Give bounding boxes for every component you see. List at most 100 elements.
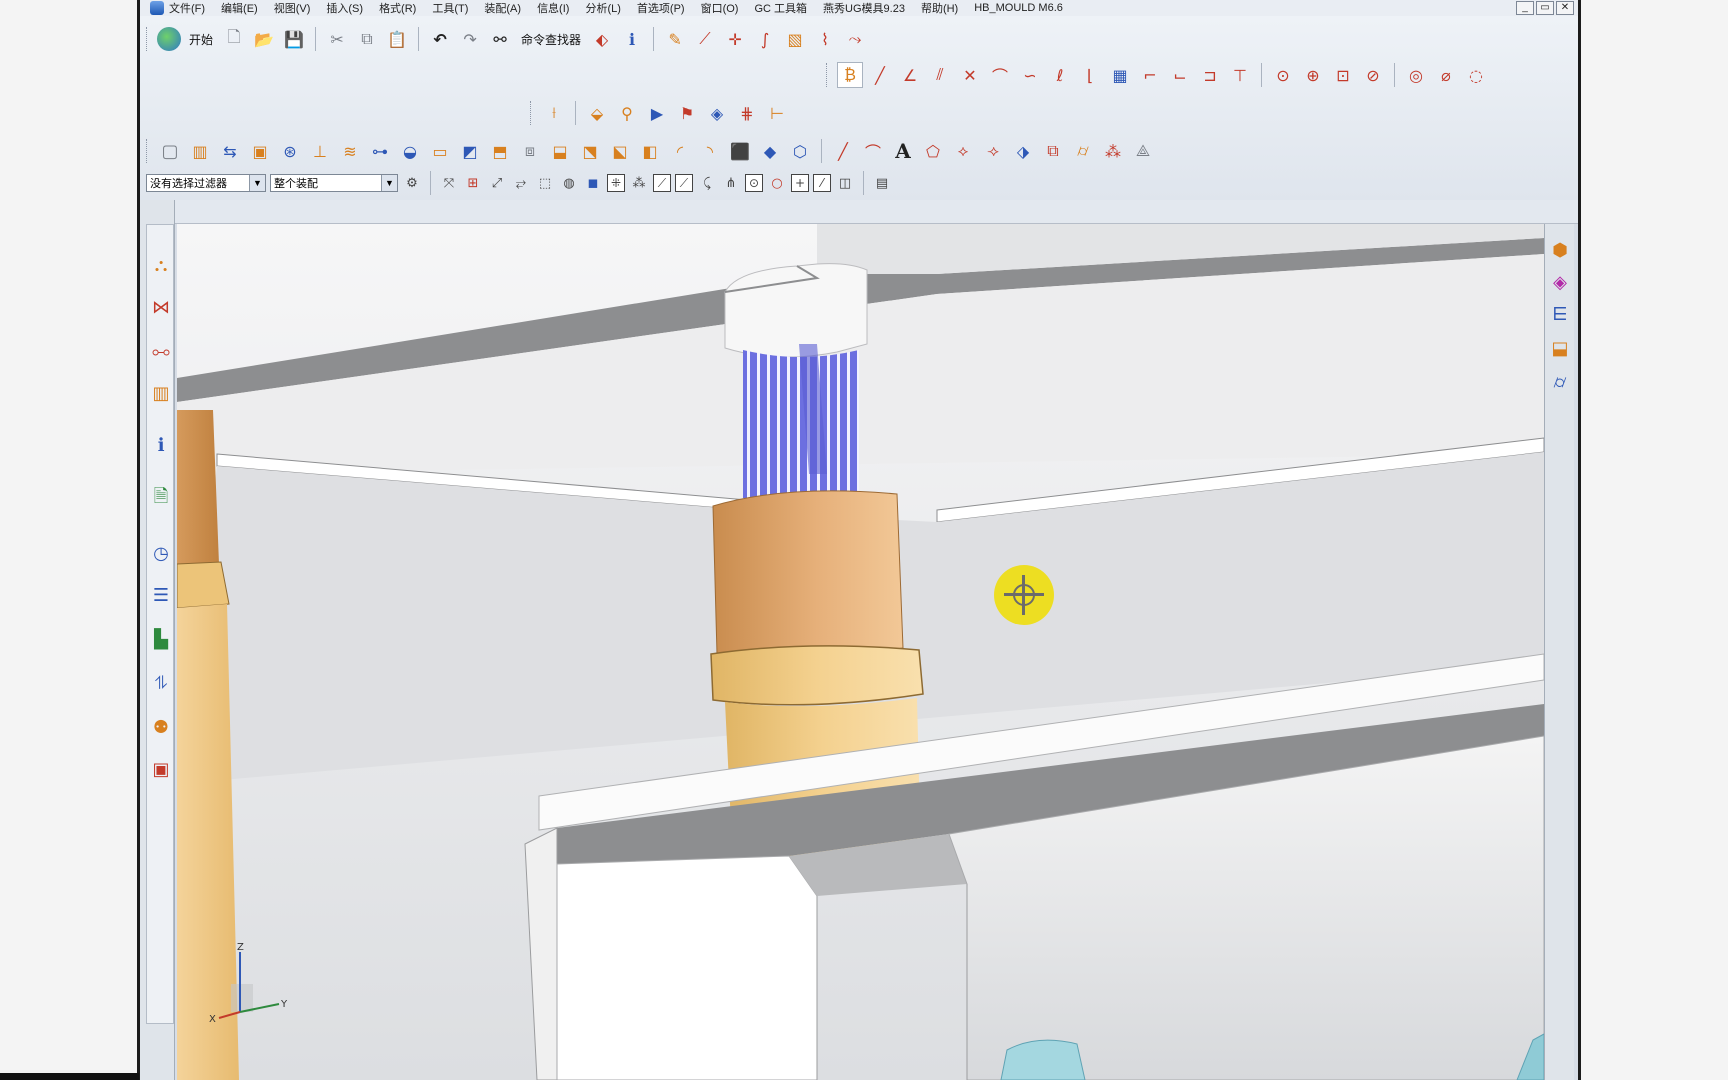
menu-preferences[interactable]: 首选项(P) [637,0,685,16]
cube-icon[interactable]: ◧ [637,138,663,164]
text-icon[interactable]: A [890,138,916,164]
system-scenes-icon[interactable]: ▣ [149,757,173,781]
menu-help[interactable]: 帮助(H) [921,0,958,16]
snap-point-icon[interactable]: ₿ [837,62,863,88]
redo-icon[interactable]: ↷ [457,26,483,52]
pentagon-icon[interactable]: ⬠ [920,138,946,164]
line-icon[interactable]: ╱ [867,62,893,88]
menu-assembly[interactable]: 装配(A) [484,0,521,16]
menu-gc-toolbox[interactable]: GC 工具箱 [754,0,807,16]
split-icon[interactable]: ⬔ [577,138,603,164]
corner-icon[interactable]: ⌐ [1137,62,1163,88]
snap-control-icon[interactable]: ⁂ [629,173,649,193]
menu-analysis[interactable]: 分析(L) [585,0,620,16]
selection-icon[interactable]: ⬖ [589,26,615,52]
offset-curve-icon[interactable]: ⌇ [812,26,838,52]
select-faces-icon[interactable]: ⊞ [463,173,483,193]
curve-surface-icon[interactable]: ◝ [697,138,723,164]
bend-icon[interactable]: ◜ [667,138,693,164]
diamond-icon[interactable]: ◈ [704,100,730,126]
cylinder-icon[interactable]: ⌭ [1070,138,1096,164]
face-select-icon[interactable]: ◈ [1548,270,1572,294]
tube-icon[interactable]: ⌭ [1548,370,1572,394]
measure-icon[interactable]: ⬙ [584,100,610,126]
snap-all-icon[interactable]: ⁜ [607,174,625,192]
roles-icon[interactable]: ⚉ [149,715,173,739]
toolbar-grip[interactable] [146,27,149,51]
hatch-icon[interactable]: ⋕ [734,100,760,126]
toolbar-grip[interactable] [146,139,149,163]
section-icon[interactable]: ⧉ [1040,138,1066,164]
sketch-icon[interactable]: ✎ [662,26,688,52]
snap-on-curve-icon[interactable]: ⁄ [813,174,831,192]
select-component-icon[interactable]: ◍ [559,173,579,193]
project-curve-icon[interactable]: ⟢ [980,138,1006,164]
angled-line-icon[interactable]: ∠ [897,62,923,88]
globe-icon[interactable]: ⊛ [277,138,303,164]
join-icon[interactable]: ⬕ [607,138,633,164]
undo-icon[interactable]: ↶ [427,26,453,52]
snap-center-icon[interactable]: ⊙ [745,174,763,192]
wire-cube-icon[interactable]: ⬡ [787,138,813,164]
snap-intersection-icon[interactable]: ⋔ [721,173,741,193]
menu-insert[interactable]: 插入(S) [326,0,363,16]
circle-radius-icon[interactable]: ⌀ [1433,62,1459,88]
select-edges-icon[interactable]: ⤢ [487,173,507,193]
command-finder-button[interactable]: 命令查找器 [521,31,581,48]
select-features-icon[interactable]: ⤧ [439,173,459,193]
parts-icon[interactable]: ⬓ [1548,336,1572,360]
ruler-icon[interactable]: ⊢ [764,100,790,126]
circle-tangent-icon[interactable]: ⊕ [1300,62,1326,88]
binoculars-icon[interactable]: ⚯ [487,26,513,52]
constraint-navigator-icon[interactable]: ⋈ [149,295,173,319]
menu-format[interactable]: 格式(R) [379,0,416,16]
mirror-curve-icon[interactable]: ⟡ [950,138,976,164]
table-icon[interactable]: ▤ [872,173,892,193]
menu-hb-mould[interactable]: HB_MOULD M6.6 [974,2,1063,14]
reuse-library-icon[interactable]: ▥ [149,381,173,405]
scissors-icon[interactable]: ✂ [324,26,350,52]
extend-icon[interactable]: ⊤ [1227,62,1253,88]
flag-icon[interactable]: ⚑ [674,100,700,126]
new-file-icon[interactable]: 🗋 [221,26,247,52]
close-button[interactable]: ✕ [1556,1,1574,15]
grid-icon[interactable]: ▦ [1107,62,1133,88]
filter-settings-icon[interactable]: ⚙ [402,173,422,193]
chamfer-curve-icon[interactable]: ⌙ [1167,62,1193,88]
magnifier-icon[interactable]: ⚲ [614,100,640,126]
info-icon[interactable]: ℹ [619,26,645,52]
trim-icon[interactable]: ⟋ [692,26,718,52]
curve-icon[interactable]: ∫ [752,26,778,52]
select-body-icon[interactable]: ⥂ [511,173,531,193]
save-icon[interactable]: 💾 [281,26,307,52]
menu-edit[interactable]: 编辑(E) [221,0,258,16]
snap-curve-icon[interactable]: ⤹ [697,173,717,193]
menu-window[interactable]: 窗口(O) [701,0,739,16]
menu-view[interactable]: 视图(V) [274,0,311,16]
bridge-curve-icon[interactable]: ⤳ [842,26,868,52]
bevel-icon[interactable]: ◆ [757,138,783,164]
system-materials-icon[interactable]: ☰ [149,583,173,607]
history-document-icon[interactable]: 🗎 [149,486,173,511]
box-icon[interactable]: ⬓ [547,138,573,164]
plane-icon[interactable]: ⟁ [1130,138,1156,164]
datum-csys-icon[interactable]: ⟊ [541,100,567,126]
circle-arc-icon[interactable]: ◌ [1463,62,1489,88]
snap-on-face-icon[interactable]: ◫ [835,173,855,193]
chevron-down-icon[interactable]: ▼ [381,175,397,191]
paste-icon[interactable]: 📋 [384,26,410,52]
snap-midpoint-icon[interactable]: ⟋ [675,174,693,192]
scope-filter-select[interactable]: 整个装配 ▼ [270,174,398,192]
wrap-icon[interactable]: ⬗ [1010,138,1036,164]
menu-yanxiu-mould[interactable]: 燕秀UG模具9.23 [823,0,905,16]
circle-square-icon[interactable]: ⊡ [1330,62,1356,88]
layer-icon[interactable]: ⧈ [517,138,543,164]
siemens-logo-icon[interactable] [157,27,181,51]
surface-icon[interactable]: ◩ [457,138,483,164]
circle-edit-icon[interactable]: ⊘ [1360,62,1386,88]
cooling-icon[interactable]: ⊶ [367,138,393,164]
open-folder-icon[interactable]: 📂 [251,26,277,52]
document-icon[interactable]: ▧ [782,26,808,52]
draw-line-icon[interactable]: ╱ [830,138,856,164]
snap-existing-point-icon[interactable]: + [791,174,809,192]
